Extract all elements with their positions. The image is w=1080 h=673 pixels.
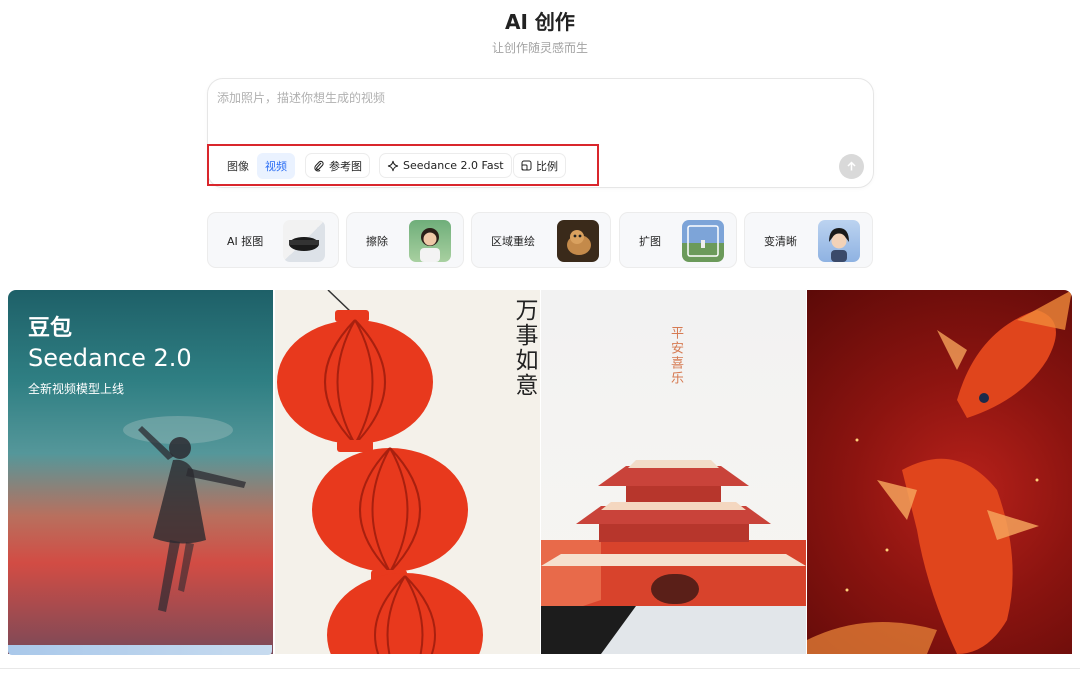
divider [0,668,1080,669]
sparkle-icon [387,160,399,171]
ratio-icon [521,160,532,171]
koi-fish-icon [807,290,1072,654]
ratio-button[interactable]: 比例 [513,153,566,178]
gallery-scroll-strip [8,645,272,655]
tool-ai-cutout[interactable]: AI 抠图 [207,212,339,268]
model-label: Seedance 2.0 Fast [403,159,504,172]
prompt-input[interactable] [217,91,817,105]
page-subtitle: 让创作随灵感而生 [491,41,588,55]
repaint-thumbnail-icon [557,220,599,262]
reference-image-button[interactable]: 参考图 [305,153,370,178]
page-title: AI 创作 [505,10,575,34]
mode-video-tab[interactable]: 视频 [257,152,295,179]
tool-label: 区域重绘 [491,235,535,248]
tool-label: AI 抠图 [227,235,264,248]
arrow-up-icon [847,161,856,171]
composer-toolbar-highlight: 图像 视频 参考图 Seedance 2.0 Fast 比例 [207,144,599,186]
expand-thumbnail-icon [682,220,724,262]
tool-region-repaint[interactable]: 区域重绘 [471,212,611,268]
inspiration-gallery: 豆包 Seedance 2.0 全新视频模型上线 万事如意 平安喜乐 [8,290,1072,654]
model-select-button[interactable]: Seedance 2.0 Fast [379,153,512,178]
cutout-thumbnail-icon [283,220,325,262]
gallery-card-palace[interactable]: 平安喜乐 [541,290,806,654]
gallery-card-seedance[interactable]: 豆包 Seedance 2.0 全新视频模型上线 [8,290,273,654]
mode-switch: 图像 视频 [219,152,295,179]
mode-image-tab[interactable]: 图像 [219,153,257,179]
red-lanterns-icon [277,290,483,654]
tool-label: 变清晰 [764,235,797,248]
gallery-card-lanterns[interactable]: 万事如意 [275,290,540,654]
tool-enhance[interactable]: 变清晰 [744,212,873,268]
enhance-thumbnail-icon [818,220,860,262]
send-button[interactable] [839,154,864,179]
reference-image-label: 参考图 [329,159,362,173]
tool-label: 扩图 [639,235,661,248]
tool-expand[interactable]: 扩图 [619,212,737,268]
card-vertical-text: 万事如意 [511,298,537,398]
paperclip-icon [314,160,324,172]
tool-erase[interactable]: 擦除 [346,212,464,268]
dancer-silhouette-icon [123,416,246,612]
ratio-label: 比例 [536,159,558,173]
palace-icon [541,460,806,654]
erase-thumbnail-icon [409,220,451,262]
gallery-card-koi[interactable] [807,290,1072,654]
tool-label: 擦除 [366,235,388,248]
